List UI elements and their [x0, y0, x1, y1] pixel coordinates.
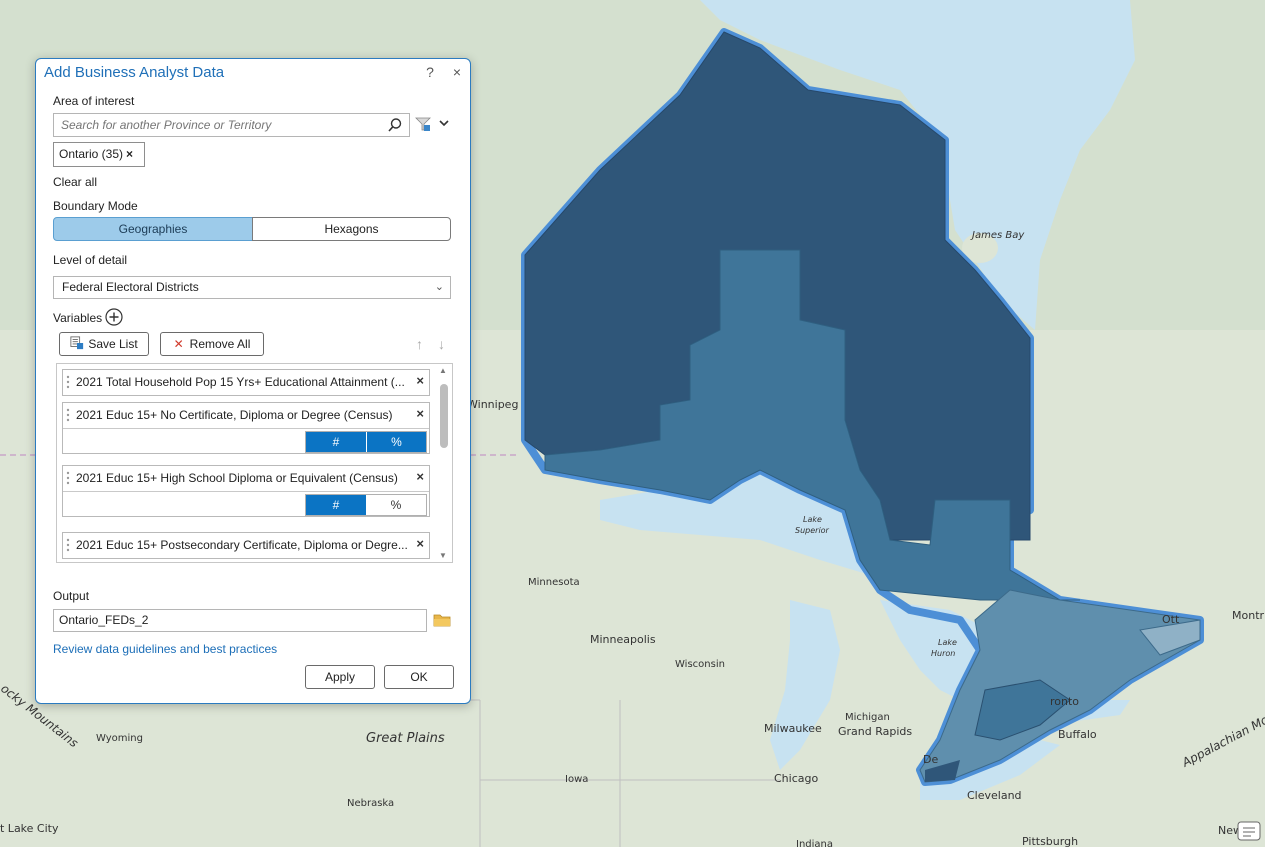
label-wyoming: Wyoming: [96, 733, 143, 744]
scroll-down-icon[interactable]: ▼: [439, 551, 447, 560]
map-comment-icon[interactable]: [1237, 821, 1261, 841]
label-toronto: ronto: [1050, 695, 1079, 708]
level-of-detail-label: Level of detail: [53, 253, 128, 267]
save-list-icon: [70, 336, 84, 350]
output-field[interactable]: Ontario_FEDs_2: [53, 609, 427, 632]
label-cleveland: Cleveland: [967, 789, 1022, 802]
drag-handle-icon[interactable]: [66, 408, 70, 422]
filter-icon[interactable]: [415, 116, 431, 132]
variable-item[interactable]: 2021 Educ 15+ High School Diploma or Equ…: [62, 465, 430, 517]
variables-list: 2021 Total Household Pop 15 Yrs+ Educati…: [56, 363, 453, 563]
label-james-bay: James Bay: [970, 230, 1025, 241]
scroll-up-icon[interactable]: ▲: [439, 366, 447, 375]
area-search-input[interactable]: [54, 114, 374, 136]
label-milwaukee: Milwaukee: [764, 722, 822, 735]
label-wisconsin: Wisconsin: [675, 659, 725, 670]
variable-name: 2021 Educ 15+ No Certificate, Diploma or…: [76, 408, 393, 422]
scrollbar-thumb[interactable]: [440, 384, 448, 448]
add-variable-icon[interactable]: [105, 308, 123, 326]
hexagons-toggle[interactable]: Hexagons: [252, 217, 451, 241]
label-minnesota: Minnesota: [528, 577, 580, 588]
remove-all-button[interactable]: ✕ Remove All: [160, 332, 264, 356]
label-grand-rapids: Grand Rapids: [838, 725, 912, 738]
dropdown-chevron-icon: ⌄: [434, 281, 444, 293]
area-of-interest-label: Area of interest: [53, 94, 135, 108]
remove-all-icon: ✕: [173, 337, 184, 351]
output-value: Ontario_FEDs_2: [59, 613, 149, 627]
label-lake-huron-2: Huron: [931, 649, 955, 658]
label-lake-superior-2: Superior: [795, 526, 830, 535]
clear-all-link[interactable]: Clear all: [53, 175, 97, 189]
ok-button[interactable]: OK: [384, 665, 454, 689]
label-iowa: Iowa: [565, 774, 588, 785]
variable-item[interactable]: 2021 Educ 15+ No Certificate, Diploma or…: [62, 402, 430, 454]
save-list-button[interactable]: Save List: [59, 332, 149, 356]
label-chicago: Chicago: [774, 772, 818, 785]
variable-name: 2021 Educ 15+ High School Diploma or Equ…: [76, 471, 398, 485]
chip-label: Ontario (35): [59, 147, 124, 161]
level-of-detail-value: Federal Electoral Districts: [62, 280, 199, 294]
label-lake-huron-1: Lake: [938, 638, 957, 647]
label-lake-superior-1: Lake: [803, 515, 822, 524]
variable-item[interactable]: 2021 Total Household Pop 15 Yrs+ Educati…: [62, 369, 430, 396]
level-of-detail-select[interactable]: Federal Electoral Districts ⌄: [53, 276, 451, 299]
apply-button[interactable]: Apply: [305, 665, 375, 689]
save-list-label: Save List: [88, 337, 138, 351]
ontario-chip: Ontario (35) ×: [53, 142, 145, 167]
percent-option[interactable]: %: [366, 495, 426, 515]
drag-handle-icon[interactable]: [66, 375, 70, 389]
label-michigan: Michigan: [845, 712, 890, 723]
remove-variable-icon[interactable]: ×: [416, 406, 424, 421]
label-nebraska: Nebraska: [347, 798, 394, 809]
variables-scrollbar[interactable]: ▲ ▼: [438, 366, 450, 560]
remove-all-label: Remove All: [189, 337, 251, 351]
drag-handle-icon[interactable]: [66, 538, 70, 552]
count-option[interactable]: #: [306, 495, 366, 515]
chevron-down-icon[interactable]: [438, 117, 450, 129]
move-up-icon[interactable]: ↑: [416, 336, 423, 352]
add-business-analyst-data-dialog: Add Business Analyst Data ? × Area of in…: [35, 58, 471, 704]
close-button[interactable]: ×: [450, 64, 464, 80]
boundary-mode-label: Boundary Mode: [53, 199, 138, 213]
remove-variable-icon[interactable]: ×: [416, 373, 424, 388]
area-search-box: [53, 113, 410, 137]
count-option[interactable]: #: [306, 432, 366, 452]
label-pittsburgh: Pittsburgh: [1022, 835, 1078, 847]
label-indiana: Indiana: [796, 839, 833, 847]
count-percent-toggle: # %: [305, 431, 427, 453]
help-button[interactable]: ?: [423, 64, 437, 80]
label-minneapolis: Minneapolis: [590, 633, 656, 646]
variables-label: Variables: [53, 311, 103, 325]
label-ottawa: Ott: [1162, 613, 1180, 626]
variable-name: 2021 Educ 15+ Postsecondary Certificate,…: [76, 538, 408, 552]
remove-variable-icon[interactable]: ×: [416, 469, 424, 484]
drag-handle-icon[interactable]: [66, 471, 70, 485]
label-montreal: Montr: [1232, 609, 1265, 622]
guidelines-link[interactable]: Review data guidelines and best practice…: [53, 642, 277, 656]
percent-option[interactable]: %: [366, 432, 426, 452]
move-down-icon[interactable]: ↓: [438, 336, 445, 352]
output-label: Output: [53, 589, 90, 603]
label-winnipeg: Winnipeg: [467, 398, 518, 411]
geographies-toggle[interactable]: Geographies: [53, 217, 253, 241]
dialog-title: Add Business Analyst Data: [44, 64, 225, 81]
count-percent-toggle: # %: [305, 494, 427, 516]
chip-remove-icon[interactable]: ×: [126, 147, 133, 161]
folder-icon[interactable]: [433, 612, 451, 628]
variable-item[interactable]: 2021 Educ 15+ Postsecondary Certificate,…: [62, 532, 430, 559]
label-salt-lake-city: t Lake City: [0, 822, 59, 835]
label-great-plains: Great Plains: [366, 731, 445, 746]
label-detroit: De: [923, 753, 938, 766]
label-buffalo: Buffalo: [1058, 728, 1097, 741]
search-icon[interactable]: [387, 117, 403, 133]
remove-variable-icon[interactable]: ×: [416, 536, 424, 551]
variable-name: 2021 Total Household Pop 15 Yrs+ Educati…: [76, 375, 405, 389]
